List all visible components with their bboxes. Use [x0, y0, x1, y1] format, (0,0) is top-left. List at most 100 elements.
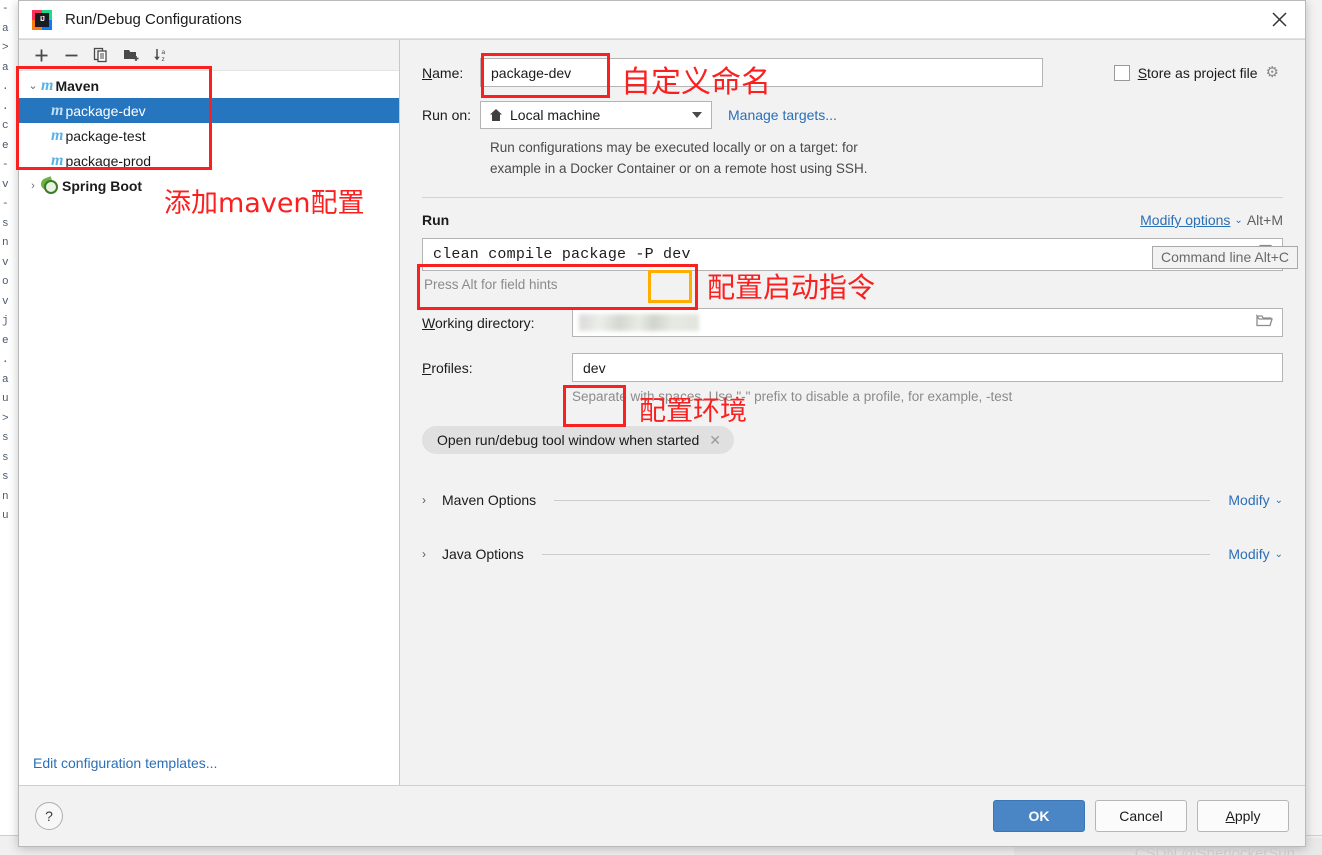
sort-alpha-icon[interactable]: a z: [147, 42, 175, 68]
chevron-right-icon[interactable]: ›: [422, 547, 434, 561]
tree-node-spring-boot[interactable]: › Spring Boot: [19, 173, 399, 198]
press-alt-hint: Press Alt for field hints: [424, 277, 558, 292]
gutter-line: >: [2, 412, 9, 425]
java-options-modify-button[interactable]: Modify ⌄: [1228, 546, 1283, 562]
close-small-icon[interactable]: ✕: [709, 432, 721, 449]
gutter-line: .: [2, 354, 9, 366]
modify-options-button[interactable]: Modify options ⌄ Alt+M: [1140, 212, 1283, 228]
gutter-line: s: [2, 471, 9, 483]
profiles-input[interactable]: dev: [572, 353, 1283, 382]
modify-options-label: Modify options: [1140, 212, 1231, 228]
folder-add-icon[interactable]: [117, 42, 145, 68]
section-divider: [422, 197, 1283, 198]
gutter-line: e: [2, 334, 9, 347]
working-directory-value-redacted: [579, 314, 699, 331]
minus-icon[interactable]: [57, 42, 85, 68]
profiles-value: dev: [583, 359, 606, 376]
edit-configuration-templates-link[interactable]: Edit configuration templates...: [33, 755, 217, 771]
gear-icon[interactable]: ⚙: [1266, 65, 1279, 80]
intellij-idea-logo-icon: IJ: [32, 9, 52, 30]
gutter-line: j: [2, 315, 9, 327]
name-row: Name: package-dev Store as project file …: [422, 58, 1283, 87]
profiles-hint: Separate with spaces. Use "-" prefix to …: [572, 389, 1013, 404]
command-line-value: clean compile package -P dev: [433, 246, 691, 263]
cancel-button[interactable]: Cancel: [1095, 800, 1187, 832]
tree-item-package-prod[interactable]: m package-prod: [19, 148, 399, 173]
section-rule: [554, 499, 1211, 501]
watermark: CSDN @SherlockerSun: [1134, 845, 1295, 855]
command-line-tooltip: Command line Alt+C: [1151, 246, 1298, 269]
configurations-pane: a z ⌄ m Maven m package-dev m package-te…: [19, 40, 400, 785]
plus-icon[interactable]: [27, 42, 55, 68]
spring-boot-icon: [39, 176, 58, 194]
gutter-line: v: [2, 295, 9, 308]
tree-item-package-dev[interactable]: m package-dev: [19, 98, 399, 123]
option-chip-open-tool-window[interactable]: Open run/debug tool window when started …: [422, 426, 735, 454]
tree-node-maven[interactable]: ⌄ m Maven: [19, 73, 399, 98]
apply-button[interactable]: Apply: [1197, 800, 1289, 832]
name-input-value: package-dev: [491, 64, 572, 81]
working-directory-input[interactable]: [572, 308, 1283, 337]
folder-icon[interactable]: [1256, 313, 1273, 332]
gutter-line: v: [2, 178, 9, 191]
tree-node-label: Maven: [55, 77, 100, 94]
gutter-line: n: [2, 490, 9, 503]
chevron-down-icon: ⌄: [1234, 214, 1243, 226]
gutter-line: .: [2, 100, 9, 113]
gutter-line: >: [2, 42, 9, 54]
tree-item-package-test[interactable]: m package-test: [19, 123, 399, 148]
gutter-line: e: [2, 139, 9, 152]
store-as-project-file-checkbox[interactable]: [1113, 64, 1130, 81]
option-chip-label: Open run/debug tool window when started: [437, 432, 700, 448]
copy-icon[interactable]: [87, 42, 115, 68]
chevron-down-icon: ⌄: [1274, 494, 1283, 506]
section-maven-options[interactable]: › Maven Options Modify ⌄: [422, 492, 1283, 508]
gutter-line: -: [2, 3, 9, 15]
gutter-line: a: [2, 61, 9, 74]
section-java-options[interactable]: › Java Options Modify ⌄: [422, 546, 1283, 562]
name-input[interactable]: package-dev: [480, 58, 1043, 87]
close-icon[interactable]: [1253, 1, 1305, 38]
store-as-project-file-group[interactable]: Store as project file ⚙: [1113, 64, 1283, 81]
chevron-right-icon[interactable]: ›: [25, 180, 41, 192]
screen-root: - a > a . . c e - v - s n v o v j e . a …: [0, 0, 1322, 855]
gutter-line: s: [2, 432, 9, 444]
help-button[interactable]: ?: [35, 802, 63, 830]
gutter-line: o: [2, 276, 9, 288]
working-directory-label: Working directory:: [422, 314, 535, 331]
run-section-title: Run: [422, 212, 450, 228]
configuration-form: Name: package-dev Store as project file …: [400, 40, 1305, 785]
maven-icon: m: [51, 126, 64, 144]
chevron-down-icon[interactable]: [692, 112, 702, 118]
gutter-line: a: [2, 373, 9, 386]
home-icon: [489, 108, 503, 122]
maven-options-modify-button[interactable]: Modify ⌄: [1228, 492, 1283, 508]
run-on-dropdown[interactable]: Local machine: [480, 101, 712, 129]
run-on-label: Run on:: [422, 107, 472, 123]
chevron-down-icon: ⌄: [1274, 548, 1283, 560]
run-on-hint-line2: example in a Docker Container or on a re…: [490, 161, 868, 176]
gutter-line: u: [2, 393, 9, 405]
svg-text:z: z: [161, 56, 164, 63]
gutter-line: s: [2, 217, 9, 230]
ok-button[interactable]: OK: [993, 800, 1085, 832]
run-on-row: Run on: Local machine Manage targets...: [422, 101, 1283, 129]
tree-node-label: Spring Boot: [62, 177, 143, 194]
name-label: Name:: [422, 64, 464, 81]
run-debug-configurations-dialog: IJ Run/Debug Configurations a z ⌄ m Mave…: [18, 0, 1306, 855]
chevron-down-icon[interactable]: ⌄: [25, 79, 41, 92]
chevron-right-icon[interactable]: ›: [422, 493, 434, 507]
configurations-tree[interactable]: ⌄ m Maven m package-dev m package-test m…: [19, 71, 399, 785]
section-title: Maven Options: [442, 492, 537, 508]
maven-icon: m: [51, 101, 64, 119]
run-on-value: Local machine: [510, 107, 601, 123]
tree-item-label: package-dev: [65, 102, 146, 119]
modify-options-shortcut: Alt+M: [1246, 212, 1283, 228]
dialog-titlebar: IJ Run/Debug Configurations: [19, 1, 1305, 39]
tree-item-label: package-test: [65, 127, 146, 144]
run-on-hint: Run configurations may be executed local…: [490, 137, 1283, 179]
svg-text:a: a: [161, 49, 165, 56]
modify-label: Modify: [1228, 492, 1270, 508]
dialog-footer: ? OK Cancel Apply CSDN @SherlockerSun: [19, 785, 1305, 855]
manage-targets-link[interactable]: Manage targets...: [728, 107, 837, 123]
